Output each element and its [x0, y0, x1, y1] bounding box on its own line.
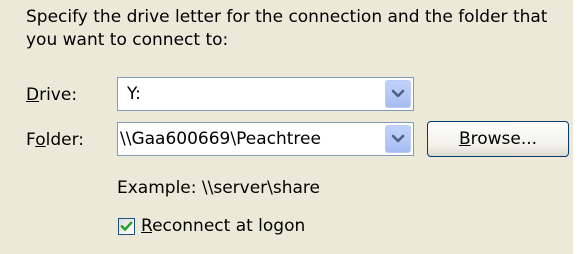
connection-panel: Specify the drive letter for the connect… [0, 0, 573, 254]
browse-button[interactable]: Browse... [427, 121, 569, 157]
instructions-text: Specify the drive letter for the connect… [26, 7, 548, 50]
example-text: Example: \\server\share [117, 178, 321, 198]
folder-label: Folder: [26, 130, 84, 150]
folder-input[interactable]: \\Gaa600669\Peachtree [120, 123, 321, 155]
checkmark-icon [120, 221, 133, 232]
chevron-down-icon [391, 89, 405, 98]
folder-dropdown-button[interactable] [385, 125, 411, 153]
reconnect-checkbox[interactable] [118, 218, 135, 235]
drive-dropdown[interactable]: Y: [117, 77, 414, 111]
folder-dropdown[interactable]: \\Gaa600669\Peachtree [117, 122, 414, 156]
chevron-down-icon [391, 134, 405, 143]
reconnect-label[interactable]: Reconnect at logon [141, 215, 305, 237]
drive-value: Y: [127, 84, 141, 104]
drive-dropdown-button[interactable] [385, 80, 411, 108]
drive-label: Drive: [26, 85, 78, 105]
